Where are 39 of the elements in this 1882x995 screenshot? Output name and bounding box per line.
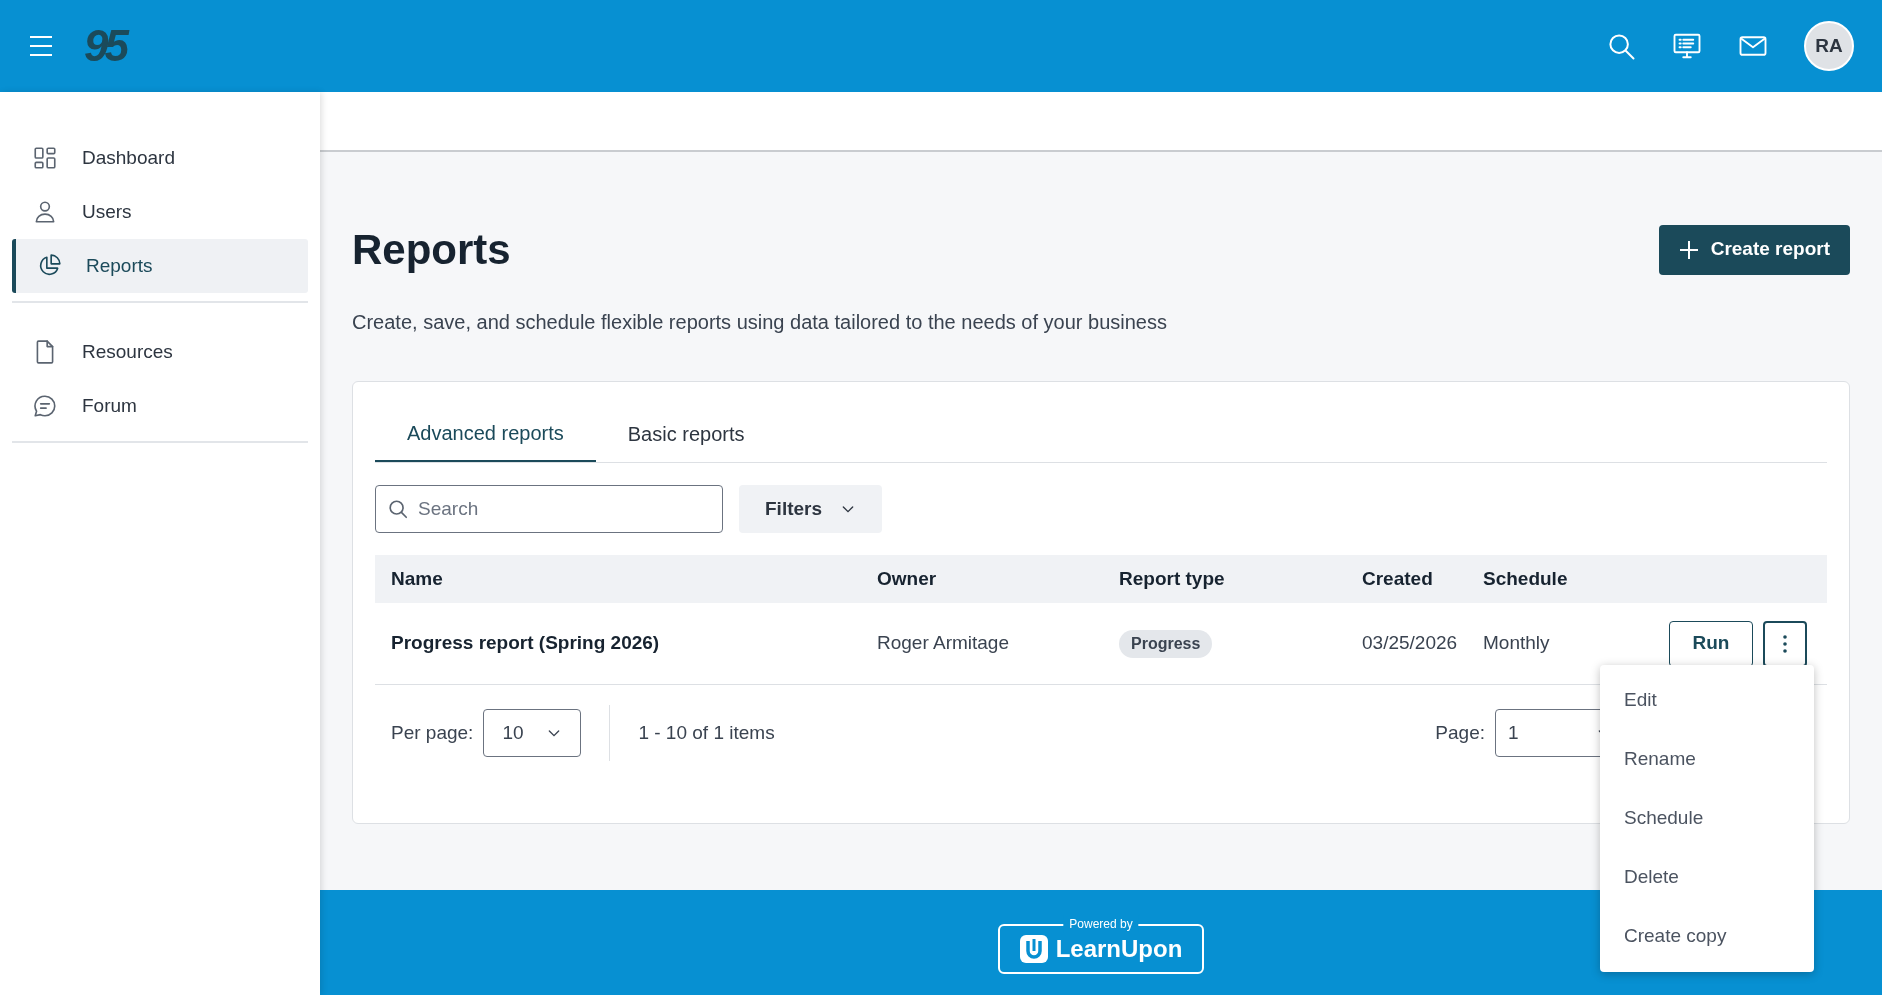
search-field[interactable]: Search (375, 485, 723, 533)
user-avatar[interactable]: RA (1804, 21, 1854, 71)
plus-icon (1678, 239, 1699, 260)
sidebar-item[interactable]: Users (12, 185, 308, 239)
column-header: Schedule (1483, 566, 1569, 591)
per-page-label: Per page: (391, 720, 474, 745)
menu-item[interactable]: Delete (1600, 848, 1814, 907)
items-range: 1 - 10 of 1 items (638, 720, 775, 745)
tab[interactable]: Advanced reports (375, 406, 596, 462)
column-header: Name (391, 566, 444, 591)
search-icon (387, 498, 409, 520)
table-cell-text: Progress report (Spring 2026) (391, 631, 661, 656)
page-label: Page: (1435, 720, 1485, 745)
column-header: Owner (877, 566, 938, 591)
table-cell-text: Roger Armitage (877, 631, 1010, 656)
page-title: Reports (352, 225, 511, 275)
sidebar-item[interactable]: Forum (12, 379, 308, 433)
menu-item[interactable]: Create copy (1600, 907, 1814, 966)
brand-name: LearnUpon (1055, 933, 1183, 964)
page-subtitle: Create, save, and schedule flexible reports using data tailored to the needs of your business (352, 310, 1168, 335)
search-icon[interactable] (1606, 31, 1636, 61)
filters-button[interactable]: Filters (739, 485, 883, 533)
per-page-select[interactable]: 10 (483, 709, 582, 757)
table-cell-text: Monthly (1483, 631, 1551, 656)
menu-item[interactable]: Schedule (1600, 789, 1814, 848)
table-cell-text: 03/25/2026 (1362, 631, 1459, 656)
more-vertical-icon (1783, 634, 1787, 653)
chat-bubble-icon (32, 393, 58, 419)
sidebar-item[interactable]: Reports (12, 239, 308, 293)
monitor-list-icon[interactable] (1672, 31, 1702, 61)
column-header: Report type (1119, 566, 1226, 591)
dashboard-icon (32, 145, 58, 171)
sidebar-item[interactable]: Resources (12, 325, 308, 379)
create-report-button[interactable]: Create report (1658, 224, 1850, 275)
column-header: Created (1362, 566, 1434, 591)
report-type-tag: Progress (1119, 630, 1213, 658)
sidebar-item[interactable]: Dashboard (12, 131, 308, 185)
tab[interactable]: Basic reports (595, 406, 777, 462)
brand-logo-icon (1019, 934, 1048, 963)
